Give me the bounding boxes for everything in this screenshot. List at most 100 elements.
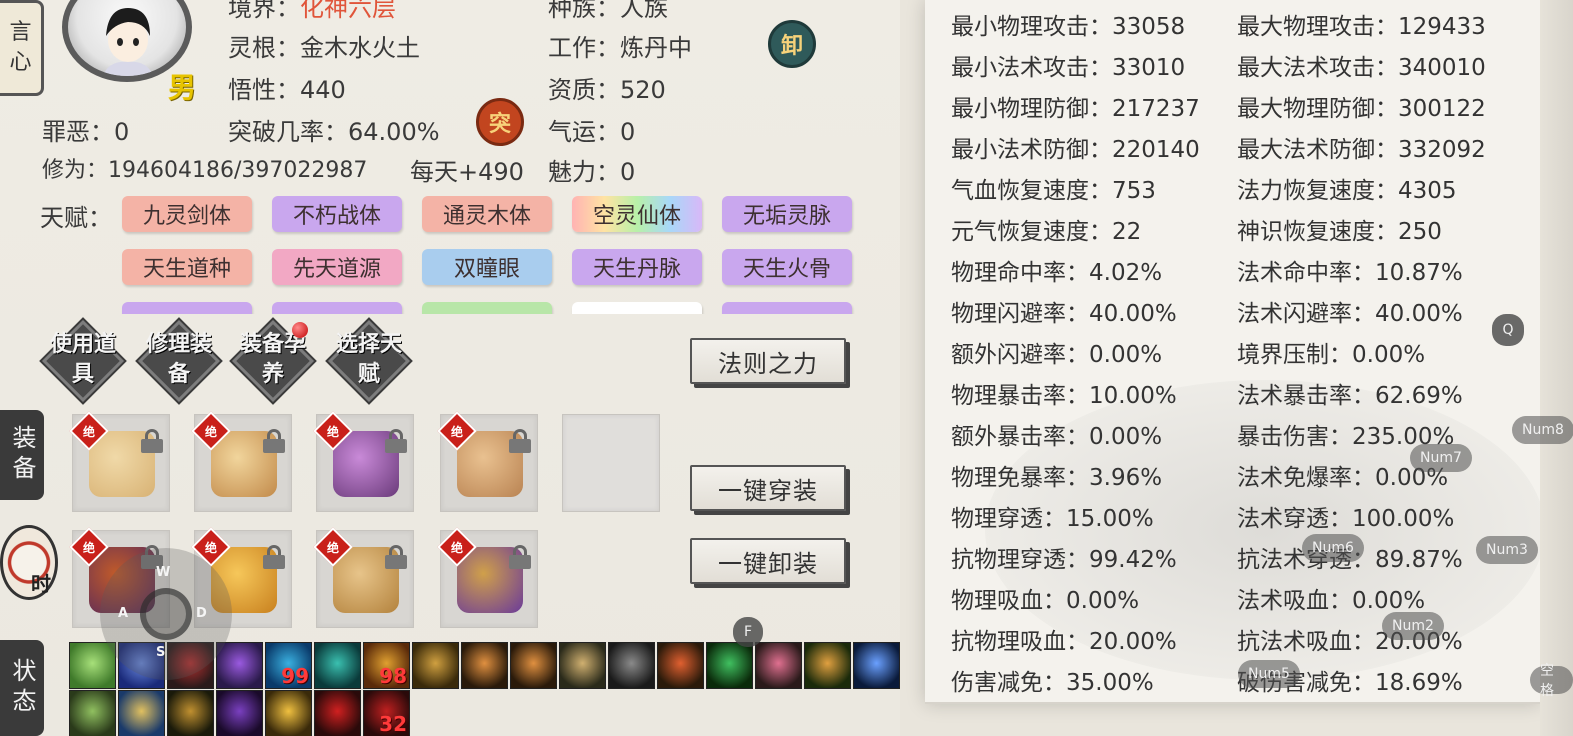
- race-value: 人族: [620, 0, 668, 22]
- equipment-slot-sword[interactable]: 绝: [191, 411, 292, 512]
- lock-icon[interactable]: [263, 429, 285, 453]
- nurture-equipment-button[interactable]: 装备孕养: [230, 318, 316, 404]
- gold-lotus-icon[interactable]: [265, 690, 312, 736]
- talent-tag[interactable]: 天生丹脉: [572, 249, 702, 285]
- aptitude-row: 资质：520: [548, 70, 666, 105]
- stat-entry: 法力恢复速度：4305: [1237, 178, 1457, 204]
- gold-scroll-icon[interactable]: [118, 690, 165, 736]
- green-burst-icon[interactable]: [69, 642, 116, 689]
- talent-tag[interactable]: 通灵木体: [422, 196, 552, 232]
- unequip-badge[interactable]: 卸: [768, 20, 816, 68]
- red-rose-icon[interactable]: 32: [363, 690, 410, 736]
- unequip-badge-label: 卸: [780, 34, 803, 59]
- key-num6-label: Num6: [1312, 540, 1354, 556]
- purple-claw-icon[interactable]: [216, 642, 263, 689]
- talent-tag[interactable]: 无垢灵脉: [722, 196, 852, 232]
- stat-entry: 额外闪避率：0.00%: [951, 342, 1163, 368]
- key-space[interactable]: 空格: [1530, 663, 1573, 699]
- lock-icon[interactable]: [385, 545, 407, 569]
- equip-all-button[interactable]: 一键穿装: [690, 465, 846, 511]
- realm-row: 境界：化神六层: [228, 0, 396, 23]
- equipment-slot-boots[interactable]: 绝: [437, 411, 538, 512]
- key-num6[interactable]: Num6: [1302, 534, 1364, 562]
- lock-icon[interactable]: [509, 429, 531, 453]
- yin-yang-icon[interactable]: [559, 642, 606, 689]
- key-num5[interactable]: Num5: [1238, 660, 1300, 688]
- key-d: D: [196, 606, 207, 621]
- key-num8[interactable]: Num8: [1512, 416, 1573, 444]
- key-num7[interactable]: Num7: [1410, 444, 1472, 472]
- red-pill-icon[interactable]: [657, 642, 704, 689]
- talent-tag[interactable]: [572, 302, 702, 314]
- gray-idol-icon[interactable]: [608, 642, 655, 689]
- phoenix-a-icon[interactable]: [461, 642, 508, 689]
- repair-equipment-button[interactable]: 修理装备: [136, 318, 222, 404]
- stat-entry: 元气恢复速度：22: [951, 219, 1142, 245]
- green-flower-icon[interactable]: [69, 690, 116, 736]
- talent-tag[interactable]: 天生火骨: [722, 249, 852, 285]
- tier-badge-label: 绝: [204, 540, 217, 555]
- gold-flame-icon[interactable]: 98: [363, 642, 410, 689]
- breakthrough-button[interactable]: 突: [476, 98, 524, 146]
- daily-row: 每天+490: [410, 152, 524, 187]
- right-edge-panel: [1540, 0, 1573, 736]
- talent-tag[interactable]: [122, 302, 252, 314]
- key-num2-label: Num2: [1392, 618, 1434, 634]
- key-f[interactable]: F: [733, 617, 763, 647]
- equip-all-label: 一键穿装: [718, 476, 818, 505]
- use-item-button[interactable]: 使用道具: [40, 318, 126, 404]
- key-num3[interactable]: Num3: [1476, 536, 1538, 564]
- red-bird-icon[interactable]: [314, 690, 361, 736]
- talent-tag[interactable]: [722, 302, 852, 314]
- luck-row: 气运：0: [548, 112, 635, 147]
- lock-icon[interactable]: [385, 429, 407, 453]
- time-tab[interactable]: 时: [0, 525, 58, 600]
- lock-icon[interactable]: [141, 429, 163, 453]
- empty-equipment-slot[interactable]: [562, 414, 660, 512]
- unequip-all-button[interactable]: 一键卸装: [690, 538, 846, 584]
- choose-talent-button[interactable]: 选择天赋: [326, 318, 412, 404]
- key-w: W: [156, 565, 171, 580]
- gold-buddha-icon[interactable]: [167, 690, 214, 736]
- talent-tag[interactable]: 双瞳眼: [422, 249, 552, 285]
- talent-tag[interactable]: 先天道源: [272, 249, 402, 285]
- talent-tag[interactable]: 空灵仙体: [572, 196, 702, 232]
- stat-entry: 物理命中率：4.02%: [951, 260, 1163, 286]
- lock-icon[interactable]: [263, 545, 285, 569]
- purple-wolf-icon[interactable]: [216, 690, 263, 736]
- tier-badge-label: 绝: [82, 540, 95, 555]
- top-side-tab[interactable]: 言心: [0, 0, 44, 96]
- key-num2[interactable]: Num2: [1382, 612, 1444, 640]
- gold-coin-icon[interactable]: [412, 642, 459, 689]
- talent-tag[interactable]: 不朽战体: [272, 196, 402, 232]
- law-power-button[interactable]: 法则之力: [690, 338, 846, 384]
- phoenix-b-icon[interactable]: [510, 642, 557, 689]
- equipment-slot-dagger[interactable]: 绝: [437, 527, 538, 628]
- green-pill-icon[interactable]: [706, 642, 753, 689]
- breakthrough-label: 突破几率：: [228, 118, 348, 146]
- teal-throne-icon[interactable]: [314, 642, 361, 689]
- equipment-slot-necklace[interactable]: 绝: [313, 411, 414, 512]
- stat-entry: 法术暴击率：62.69%: [1237, 383, 1463, 409]
- tab-equipment[interactable]: 装备: [0, 410, 44, 500]
- talent-tag[interactable]: 天生道种: [122, 249, 252, 285]
- lotus-icon[interactable]: [804, 642, 851, 689]
- blue-hand-icon[interactable]: 99: [265, 642, 312, 689]
- equipment-slot-robe[interactable]: 绝: [69, 411, 170, 512]
- talent-tag[interactable]: [272, 302, 402, 314]
- race-label: 种族：: [548, 0, 620, 22]
- talent-tag[interactable]: [422, 302, 552, 314]
- stat-entry: 最大物理防御：300122: [1237, 96, 1486, 122]
- lock-icon[interactable]: [509, 545, 531, 569]
- equipment-slot-shell[interactable]: 绝: [313, 527, 414, 628]
- key-q[interactable]: Q: [1492, 314, 1524, 346]
- key-a: A: [118, 606, 129, 621]
- blue-ring-icon[interactable]: [853, 642, 900, 689]
- tab-status[interactable]: 状态: [0, 640, 44, 736]
- pink-cauldron-icon[interactable]: [755, 642, 802, 689]
- talent-tag[interactable]: 九灵剑体: [122, 196, 252, 232]
- stat-entry: 神识恢复速度：250: [1237, 219, 1442, 245]
- realm-label: 境界：: [228, 0, 300, 22]
- joystick-knob[interactable]: [140, 588, 192, 640]
- aptitude-label: 资质：: [548, 76, 620, 104]
